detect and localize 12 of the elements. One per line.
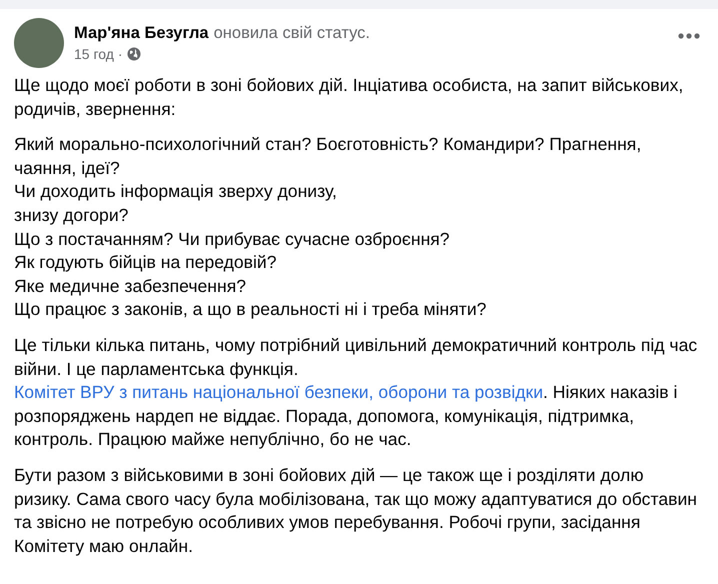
post-time[interactable]: 15 год bbox=[74, 46, 114, 62]
globe-icon bbox=[126, 47, 141, 61]
avatar-placeholder[interactable] bbox=[14, 18, 64, 68]
author-name[interactable]: Мар'яна Безугла bbox=[74, 24, 209, 43]
committee-link[interactable]: Комітет ВРУ з питань національної безпеки, оборони та розвідки bbox=[14, 382, 544, 402]
post-paragraph: Ще щодо моєї роботи в зоні бойових дій. Інціатива особиста, на запит військових, родичів, звернення: bbox=[14, 74, 684, 121]
more-options-icon[interactable] bbox=[678, 32, 700, 40]
post-paragraph: Який морально-психологічний стан? Боєготовність? Командири? Прагнення, чаяння, ідеї? Чи доходить інформація зверху донизу, знизу догори? Що з постачанням? Чи прибуває сучасне озброєння? Як годують бійців на передовій? Яке медичне забезпечення? Що працює з законів, а що в реальності ні і треба міняти? bbox=[14, 133, 642, 322]
post-paragraph: Бути разом з військовими в зоні бойових дій — це також ще і розділяти долю ризику. Сама свого часу була мобілізована, так що можу адаптуватися до обставин та звісно не потребую особливих умов перебування. Робочі групи, засідання Комітету маю онлайн. bbox=[14, 464, 698, 558]
separator: · bbox=[118, 46, 123, 62]
post-paragraph: Це тільки кілька питань, чому потрібний цивільний демократичний контроль під час війни. І це парламентська функція. Комітет ВРУ з питань національної безпеки, оборони та розвідки. Ніяких наказів і розпоряджень нардеп не віддає. Порада, допомога, комунікація, підтримка, контроль. Працюю майже непублічно, бо не час. bbox=[14, 334, 698, 452]
status-action: оновила свій статус. bbox=[214, 24, 370, 43]
